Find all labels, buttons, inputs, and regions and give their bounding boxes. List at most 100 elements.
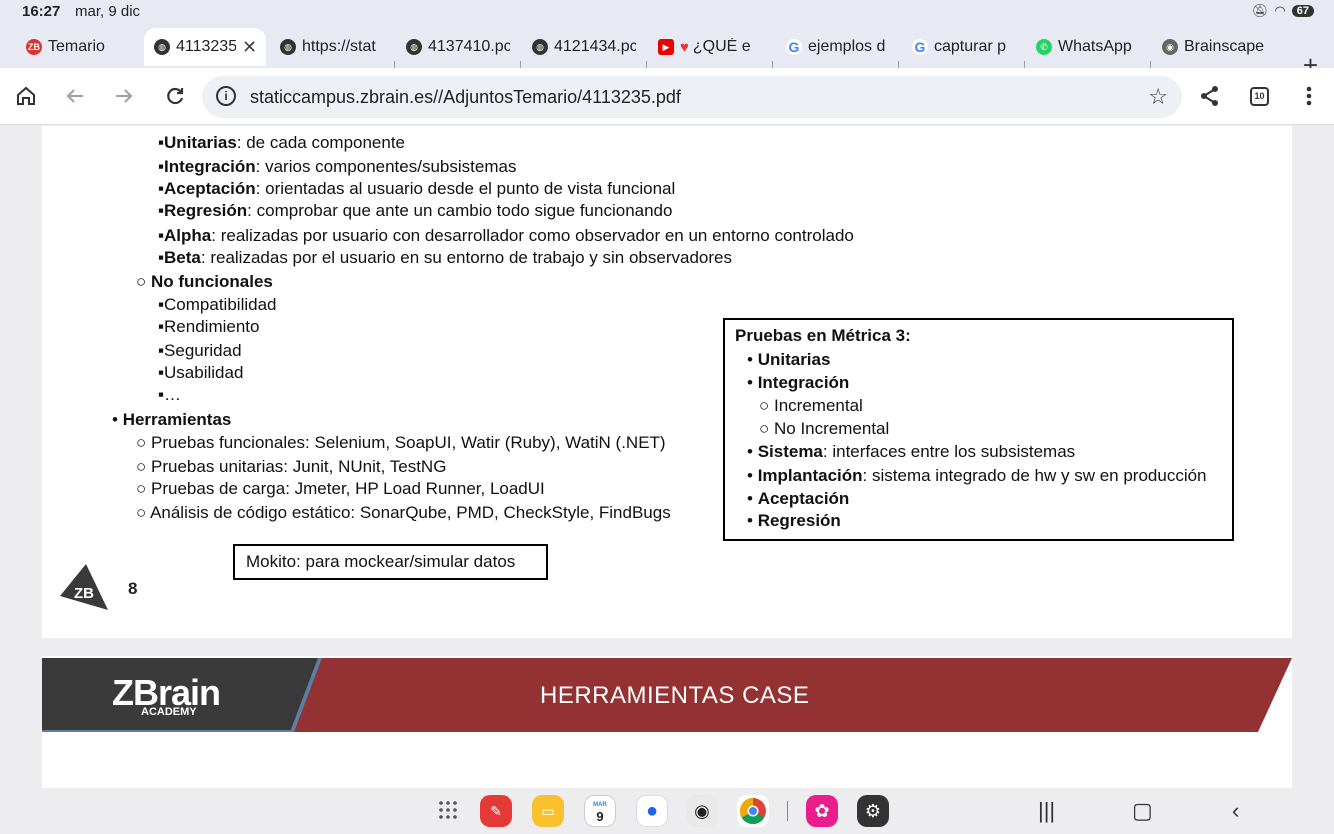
tab-label: ¿QUÉ e xyxy=(692,38,751,55)
list-item: • Regresión xyxy=(747,511,841,530)
kebab-menu-icon xyxy=(1306,86,1312,106)
calendar-app-icon[interactable]: MAR 9 xyxy=(584,795,616,827)
share-button[interactable] xyxy=(1196,82,1224,110)
slide-title: HERRAMIENTAS CASE xyxy=(540,682,810,709)
url-text[interactable]: staticcampus.zbrain.es//AdjuntosTemario/… xyxy=(250,87,681,108)
tab-4121434[interactable]: ◍ 4121434.pc xyxy=(532,28,636,66)
metrica-box: Pruebas en Métrica 3: • Unitarias • Inte… xyxy=(723,318,1234,541)
svg-text:ZB: ZB xyxy=(74,585,94,602)
files-app-icon[interactable]: ▭ xyxy=(532,795,564,827)
list-item: • Unitarias xyxy=(747,350,831,369)
menu-button[interactable] xyxy=(1295,82,1323,110)
list-item: ○ No Incremental xyxy=(759,419,890,438)
mokito-text: Mokito: para mockear/simular datos xyxy=(246,552,516,571)
tab-whatsapp[interactable]: ✆ WhatsApp xyxy=(1036,28,1140,66)
tab-label: 4121434.pc xyxy=(554,38,636,55)
tab-label: 4113235. xyxy=(176,38,236,55)
tab-label: ejemplos d xyxy=(808,38,886,55)
list-item: ▪Compatibilidad xyxy=(158,295,277,314)
reload-button[interactable] xyxy=(161,82,189,110)
whatsapp-icon: ✆ xyxy=(1036,39,1052,55)
camera-app-icon[interactable]: ◉ xyxy=(686,795,718,827)
list-item: ○ Análisis de código estático: SonarQube… xyxy=(136,503,671,522)
pdf-viewport[interactable]: ▪Unitarias: de cada componente ▪Integrac… xyxy=(0,126,1334,788)
home-icon xyxy=(17,86,35,105)
browser-toolbar: i staticcampus.zbrain.es//AdjuntosTemari… xyxy=(0,68,1334,125)
globe-icon: ◍ xyxy=(280,39,296,55)
settings-app-icon[interactable]: ⚙ xyxy=(857,795,889,827)
forward-button[interactable] xyxy=(110,82,138,110)
tab-ejemplos[interactable]: G ejemplos d xyxy=(786,28,890,66)
youtube-icon: ▶ xyxy=(658,39,674,55)
system-icons: 🔕︎ ◠ 67 xyxy=(1252,3,1314,19)
share-icon xyxy=(1201,86,1218,106)
battery-indicator: 67 xyxy=(1291,5,1314,17)
list-item: ▪… xyxy=(158,385,182,404)
tab-strip: ZB Temario ◍ 4113235. ✕ ◍ https://stat ◍… xyxy=(0,24,1334,81)
tab-brainscape[interactable]: ◉ Brainscape xyxy=(1162,28,1266,66)
address-bar[interactable]: i staticcampus.zbrain.es//AdjuntosTemari… xyxy=(202,76,1182,118)
list-item: ○ Pruebas de carga: Jmeter, HP Load Runn… xyxy=(136,479,545,498)
list-item: ▪Unitarias: de cada componente xyxy=(158,133,406,152)
list-item: • Sistema: interfaces entre los subsiste… xyxy=(747,442,1076,461)
list-item: ▪Alpha: realizadas por usuario con desar… xyxy=(158,226,854,245)
tab-capturar[interactable]: G capturar p xyxy=(912,28,1016,66)
section-no-funcionales: ○ No funcionales xyxy=(136,272,273,291)
list-item: ▪Aceptación: orientadas al usuario desde… xyxy=(158,179,676,198)
page-number: 8 xyxy=(128,579,138,598)
google-icon: G xyxy=(786,39,802,55)
site-info-icon[interactable]: i xyxy=(216,86,236,106)
home-button[interactable] xyxy=(12,82,40,110)
globe-icon: ◍ xyxy=(154,39,170,55)
mute-icon: 🔕︎ xyxy=(1251,3,1269,18)
dock-separator xyxy=(787,801,788,821)
list-item: ▪Usabilidad xyxy=(158,363,244,382)
list-item: ○ Pruebas funcionales: Selenium, SoapUI,… xyxy=(136,433,666,452)
list-item: ○ Incremental xyxy=(759,396,863,415)
mokito-box: Mokito: para mockear/simular datos xyxy=(233,544,548,580)
tab-https[interactable]: ◍ https://stat xyxy=(280,28,380,66)
metrica-title: Pruebas en Métrica 3: xyxy=(735,326,911,345)
list-item: • Aceptación xyxy=(747,489,850,508)
messages-app-icon[interactable]: ● xyxy=(636,795,668,827)
tab-label: 4137410.pc xyxy=(428,38,510,55)
app-drawer-icon[interactable] xyxy=(438,800,458,820)
tab-label: Temario xyxy=(48,38,105,55)
list-item: • Implantación: sistema integrado de hw … xyxy=(747,466,1207,485)
back-nav-button[interactable]: ‹ xyxy=(1232,798,1239,824)
list-item: ▪Rendimiento xyxy=(158,317,260,336)
zb-favicon-icon: ZB xyxy=(26,39,42,55)
pdf-page-next: ZBrain ACADEMY HERRAMIENTAS CASE xyxy=(42,656,1292,788)
gallery-app-icon[interactable]: ✿ xyxy=(806,795,838,827)
section-herramientas: • Herramientas xyxy=(112,410,232,429)
back-button[interactable] xyxy=(61,82,89,110)
tab-active-pdf[interactable]: ◍ 4113235. ✕ xyxy=(144,28,266,66)
brainscape-icon: ◉ xyxy=(1162,39,1178,55)
tab-4137410[interactable]: ◍ 4137410.pc xyxy=(406,28,510,66)
pdf-page: ▪Unitarias: de cada componente ▪Integrac… xyxy=(42,126,1292,638)
notes-app-icon[interactable]: ✎ xyxy=(480,795,512,827)
globe-icon: ◍ xyxy=(532,39,548,55)
tab-temario[interactable]: ZB Temario xyxy=(26,28,138,66)
tab-youtube[interactable]: ▶ ♥ ¿QUÉ e xyxy=(658,28,762,66)
reload-icon xyxy=(167,87,184,105)
chrome-app-icon[interactable] xyxy=(737,795,769,827)
list-item: ▪Beta: realizadas por el usuario en su e… xyxy=(158,248,732,267)
heart-icon: ♥ xyxy=(680,38,689,56)
list-item: ○ Pruebas unitarias: Junit, NUnit, TestN… xyxy=(136,457,447,476)
recents-button[interactable]: ||| xyxy=(1038,798,1055,824)
list-item: ▪Regresión: comprobar que ante un cambio… xyxy=(158,201,673,220)
home-nav-button[interactable]: ▢ xyxy=(1132,798,1153,824)
back-arrow-icon xyxy=(66,89,83,103)
chrome-icon xyxy=(739,797,766,825)
taskbar: ✎ ▭ MAR 9 ● ◉ ✿ ⚙ ||| ▢ ‹ xyxy=(0,788,1334,834)
wifi-icon: ◠ xyxy=(1274,3,1286,18)
list-item: ▪Integración: varios componentes/subsist… xyxy=(158,157,517,176)
tab-switcher-button[interactable]: 10 xyxy=(1250,87,1269,106)
date: mar, 9 dic xyxy=(75,3,141,20)
zb-logo-icon: ZB xyxy=(60,564,108,610)
close-tab-icon[interactable]: ✕ xyxy=(242,37,257,58)
bookmark-star-icon[interactable]: ☆ xyxy=(1148,84,1168,110)
google-icon: G xyxy=(912,39,928,55)
clock: 16:27 xyxy=(22,3,61,20)
